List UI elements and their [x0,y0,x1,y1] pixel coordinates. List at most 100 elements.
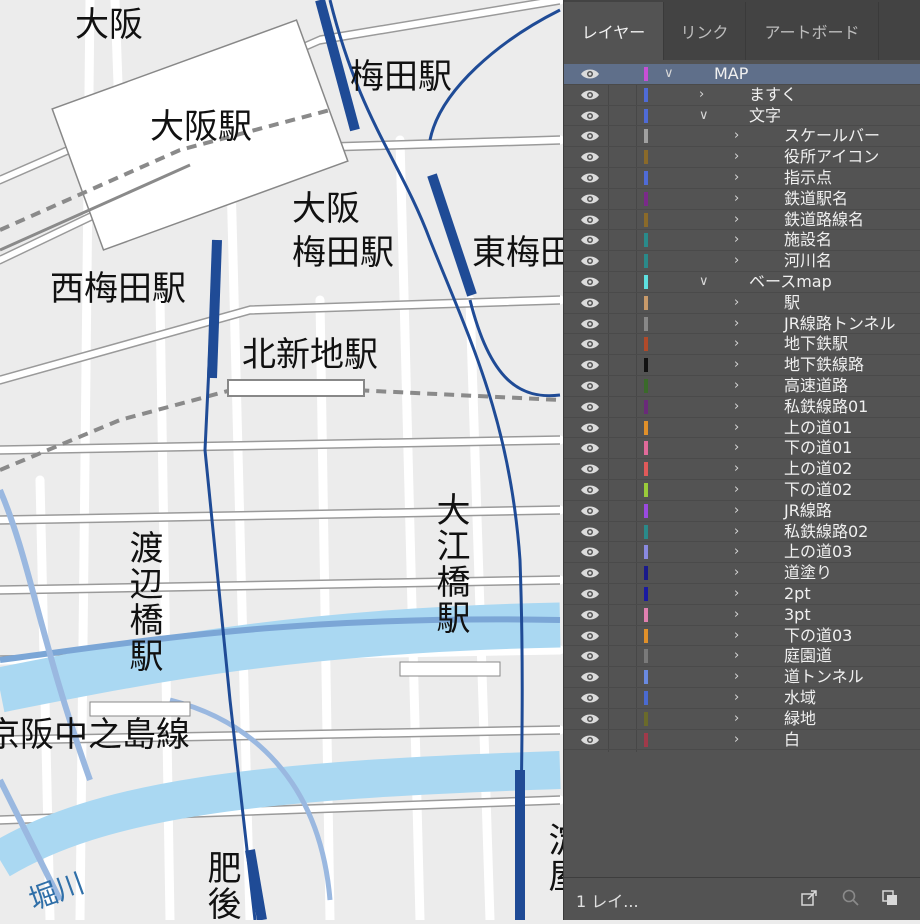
visibility-eye-icon[interactable] [580,110,600,122]
layer-name[interactable]: ベースmap [749,272,832,292]
layer-row[interactable]: › 河川名 [564,251,920,272]
chevron-right-icon[interactable]: › [734,730,739,750]
layer-row[interactable]: › 下の道03 [564,626,920,647]
layer-name[interactable]: 白 [784,730,800,750]
layer-row[interactable]: › 水域 [564,688,920,709]
layer-row[interactable]: › 役所アイコン [564,147,920,168]
visibility-eye-icon[interactable] [580,234,600,246]
chevron-right-icon[interactable]: › [734,480,739,500]
chevron-right-icon[interactable]: › [734,397,739,417]
chevron-right-icon[interactable]: › [734,251,739,271]
layer-row[interactable]: › 道トンネル [564,667,920,688]
layer-row[interactable]: › 鉄道路線名 [564,210,920,231]
layer-row[interactable]: › 白 [564,730,920,751]
layer-name[interactable]: 上の道01 [784,418,852,438]
chevron-right-icon[interactable]: › [734,709,739,729]
layer-name[interactable]: 文字 [749,106,781,126]
visibility-eye-icon[interactable] [580,442,600,454]
chevron-right-icon[interactable]: › [734,418,739,438]
layer-row[interactable]: › 駅 [564,293,920,314]
chevron-right-icon[interactable]: › [734,210,739,230]
layer-name[interactable]: 指示点 [784,168,832,188]
visibility-eye-icon[interactable] [580,193,600,205]
visibility-eye-icon[interactable] [580,463,600,475]
layer-name[interactable]: 下の道02 [784,480,852,500]
layer-name[interactable]: 上の道02 [784,459,852,479]
layer-row[interactable]: › 上の道03 [564,542,920,564]
layer-name[interactable]: 2pt [784,584,811,604]
collect-for-export-icon[interactable] [880,888,900,908]
search-icon[interactable] [841,888,861,908]
chevron-down-icon[interactable]: ∨ [699,272,709,292]
visibility-eye-icon[interactable] [580,380,600,392]
chevron-right-icon[interactable]: › [734,688,739,708]
chevron-right-icon[interactable]: › [734,667,739,687]
layer-row[interactable]: › 上の道01 [564,418,920,439]
chevron-right-icon[interactable]: › [734,584,739,604]
visibility-eye-icon[interactable] [580,588,600,600]
visibility-eye-icon[interactable] [580,484,600,496]
chevron-right-icon[interactable]: › [734,605,739,625]
chevron-right-icon[interactable]: › [734,376,739,396]
layer-row[interactable]: › 庭園道 [564,646,920,668]
visibility-eye-icon[interactable] [580,338,600,350]
layer-row[interactable]: › ますく [564,85,920,106]
layer-name[interactable]: MAP [714,64,748,84]
layer-name[interactable]: 上の道03 [784,542,852,562]
chevron-right-icon[interactable]: › [734,646,739,666]
layer-row[interactable]: › JR線路トンネル [564,314,920,335]
chevron-right-icon[interactable]: › [734,189,739,209]
visibility-eye-icon[interactable] [580,609,600,621]
layer-name[interactable]: 道塗り [784,563,832,583]
layer-row[interactable]: › 施設名 [564,230,920,252]
chevron-right-icon[interactable]: › [734,147,739,167]
visibility-eye-icon[interactable] [580,151,600,163]
visibility-eye-icon[interactable] [580,734,600,746]
layer-row[interactable]: ∨ 文字 [564,106,920,127]
layer-name[interactable]: 地下鉄線路 [784,355,864,375]
layer-name[interactable]: JR線路 [784,501,832,521]
layer-name[interactable]: 私鉄線路01 [784,397,868,417]
visibility-eye-icon[interactable] [580,214,600,226]
layer-name[interactable]: 私鉄線路02 [784,522,868,542]
visibility-eye-icon[interactable] [580,713,600,725]
chevron-right-icon[interactable]: › [734,230,739,250]
visibility-eye-icon[interactable] [580,276,600,288]
chevron-right-icon[interactable]: › [734,334,739,354]
layer-row[interactable]: › 緑地 [564,709,920,730]
layer-row[interactable]: ∨ ベースmap [564,272,920,293]
layer-row[interactable]: › 指示点 [564,168,920,189]
layer-name[interactable]: 地下鉄駅 [784,334,848,354]
chevron-right-icon[interactable]: › [734,314,739,334]
chevron-right-icon[interactable]: › [734,168,739,188]
layer-name[interactable]: 鉄道路線名 [784,210,864,230]
layer-row[interactable]: › 私鉄線路02 [564,522,920,543]
tab-layers[interactable]: レイヤー [564,2,664,60]
chevron-right-icon[interactable]: › [734,522,739,542]
layer-row[interactable]: › 2pt [564,584,920,605]
visibility-eye-icon[interactable] [580,671,600,683]
layer-row[interactable]: › 私鉄線路01 [564,397,920,418]
layer-row[interactable]: › スケールバー [564,126,920,148]
chevron-right-icon[interactable]: › [734,459,739,479]
chevron-right-icon[interactable]: › [734,355,739,375]
layer-row[interactable]: ∨ MAP [564,64,920,85]
visibility-eye-icon[interactable] [580,130,600,142]
layer-row[interactable]: › 地下鉄駅 [564,334,920,356]
chevron-down-icon[interactable]: ∨ [699,106,709,126]
layer-name[interactable]: 庭園道 [784,646,832,666]
layer-name[interactable]: 鉄道駅名 [784,189,848,209]
layer-row[interactable]: › 3pt [564,605,920,626]
layer-row[interactable]: › 上の道02 [564,459,920,480]
visibility-eye-icon[interactable] [580,526,600,538]
layer-row[interactable]: › 地下鉄線路 [564,355,920,376]
visibility-eye-icon[interactable] [580,172,600,184]
layer-row[interactable]: › 鉄道駅名 [564,189,920,210]
layer-name[interactable]: スケールバー [784,126,880,146]
visibility-eye-icon[interactable] [580,630,600,642]
chevron-right-icon[interactable]: › [734,293,739,313]
layer-name[interactable]: 水域 [784,688,816,708]
visibility-eye-icon[interactable] [580,505,600,517]
layer-name[interactable]: 下の道01 [784,438,852,458]
layer-name[interactable]: 施設名 [784,230,832,250]
